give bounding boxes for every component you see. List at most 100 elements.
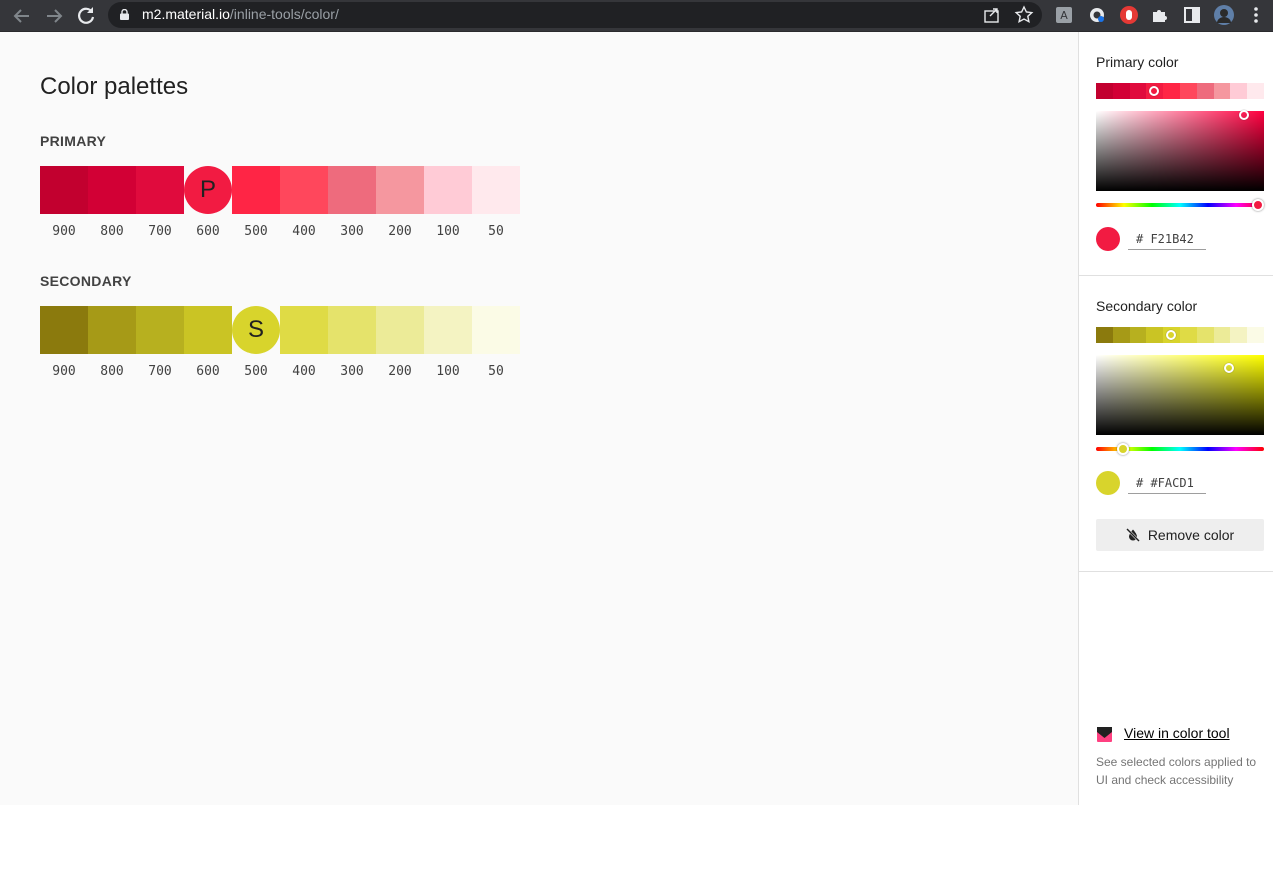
primary-saturation-handle[interactable]: [1239, 110, 1249, 120]
mini-swatch[interactable]: [1179, 83, 1197, 99]
shade-label: 600: [196, 364, 220, 379]
mini-swatch[interactable]: [1096, 83, 1113, 99]
primary-hue-thumb[interactable]: [1252, 199, 1264, 211]
secondary-saturation-box[interactable]: [1096, 355, 1264, 435]
shade-label: 400: [292, 364, 316, 379]
color-swatch[interactable]: [40, 166, 88, 214]
reload-icon[interactable]: [74, 4, 98, 28]
shade-label: 50: [488, 224, 504, 239]
lock-icon: [120, 9, 129, 20]
mini-swatch[interactable]: [1129, 327, 1147, 343]
mini-swatch[interactable]: [1146, 327, 1164, 343]
primary-mini-palette[interactable]: [1096, 83, 1264, 99]
remove-color-label: Remove color: [1147, 527, 1235, 543]
color-swatch[interactable]: [136, 306, 184, 354]
shade-label: 500: [244, 224, 268, 239]
address-bar[interactable]: m2.material.io/inline-tools/color/: [108, 2, 1042, 28]
side-panel-icon[interactable]: [1181, 4, 1203, 26]
shade-label: 600: [196, 224, 220, 239]
color-swatch[interactable]: [376, 306, 424, 354]
selected-swatch-letter: S: [247, 316, 264, 343]
selected-swatch[interactable]: S: [232, 306, 280, 354]
profile-avatar[interactable]: [1213, 4, 1235, 26]
bookmark-star-icon[interactable]: [1014, 5, 1034, 25]
extension-hand-icon[interactable]: [1118, 4, 1140, 26]
color-swatch[interactable]: [472, 166, 520, 214]
mini-swatch[interactable]: [1213, 327, 1231, 343]
color-tool-description: See selected colors applied to UI and ch…: [1096, 755, 1257, 787]
primary-saturation-box[interactable]: [1096, 111, 1264, 191]
view-color-tool-link[interactable]: View in color tool: [1124, 725, 1230, 741]
primary-swatch-row: P: [40, 166, 520, 214]
panel-divider: [1079, 275, 1273, 276]
extension-lens-icon[interactable]: [1086, 4, 1108, 26]
mini-swatch[interactable]: [1129, 83, 1147, 99]
color-swatch[interactable]: [40, 306, 88, 354]
secondary-color-chip: [1096, 471, 1120, 495]
color-swatch[interactable]: [376, 166, 424, 214]
secondary-shade-labels: 900 800 700 600 500 400 300 200 100 50: [40, 364, 520, 379]
mini-swatch[interactable]: [1112, 327, 1130, 343]
back-icon[interactable]: [10, 4, 34, 28]
mini-swatch[interactable]: [1230, 327, 1248, 343]
page-title: Color palettes: [40, 73, 189, 100]
secondary-saturation-handle[interactable]: [1224, 363, 1234, 373]
mini-swatch[interactable]: [1096, 327, 1113, 343]
shade-label: 200: [388, 364, 412, 379]
color-swatch[interactable]: [424, 306, 472, 354]
mini-swatch[interactable]: [1247, 327, 1264, 343]
selected-swatch[interactable]: P: [184, 166, 232, 214]
color-off-icon: [1125, 528, 1140, 542]
panel-divider: [1079, 571, 1273, 572]
primary-section-label: PRIMARY: [40, 133, 107, 149]
shade-label: 100: [436, 224, 460, 239]
color-swatch[interactable]: [424, 166, 472, 214]
more-menu-icon[interactable]: [1245, 4, 1267, 26]
mini-swatch[interactable]: [1163, 83, 1180, 99]
color-swatch[interactable]: [88, 166, 136, 214]
shade-label: 900: [52, 224, 76, 239]
mini-swatch[interactable]: [1247, 83, 1264, 99]
url-text: m2.material.io/inline-tools/color/: [142, 6, 339, 22]
shade-label: 300: [340, 364, 364, 379]
primary-color-title: Primary color: [1096, 54, 1179, 70]
mini-swatch[interactable]: [1213, 83, 1231, 99]
mini-swatch[interactable]: [1196, 327, 1214, 343]
primary-hex-input[interactable]: # F21B42: [1128, 228, 1206, 250]
color-swatch[interactable]: [328, 166, 376, 214]
shade-label: 800: [100, 224, 124, 239]
secondary-hex-input[interactable]: # #FACD1: [1128, 472, 1206, 494]
secondary-hue-thumb[interactable]: [1117, 443, 1129, 455]
color-swatch[interactable]: [232, 166, 280, 214]
extensions-puzzle-icon[interactable]: [1149, 4, 1171, 26]
color-swatch[interactable]: [136, 166, 184, 214]
shade-label: 700: [148, 364, 172, 379]
mini-swatch[interactable]: [1179, 327, 1197, 343]
shade-label: 900: [52, 364, 76, 379]
mini-swatch[interactable]: [1230, 83, 1248, 99]
color-tool-icon: [1097, 727, 1112, 742]
primary-hue-slider[interactable]: [1096, 203, 1264, 207]
mini-swatch[interactable]: [1196, 83, 1214, 99]
color-swatch[interactable]: [328, 306, 376, 354]
remove-color-button[interactable]: Remove color: [1096, 519, 1264, 551]
share-icon[interactable]: [982, 5, 1002, 25]
primary-shade-labels: 900 800 700 600 500 400 300 200 100 50: [40, 224, 520, 239]
primary-color-chip: [1096, 227, 1120, 251]
extension-font-icon[interactable]: A: [1053, 4, 1075, 26]
color-swatch[interactable]: [472, 306, 520, 354]
color-swatch[interactable]: [280, 306, 328, 354]
color-swatch[interactable]: [88, 306, 136, 354]
svg-text:A: A: [1060, 9, 1068, 22]
shade-label: 800: [100, 364, 124, 379]
primary-palette-marker[interactable]: [1149, 86, 1159, 96]
secondary-mini-palette[interactable]: [1096, 327, 1264, 343]
color-swatch[interactable]: [184, 306, 232, 354]
mini-swatch[interactable]: [1112, 83, 1130, 99]
secondary-section-label: SECONDARY: [40, 273, 132, 289]
secondary-palette-marker[interactable]: [1166, 330, 1176, 340]
color-swatch[interactable]: [280, 166, 328, 214]
forward-icon[interactable]: [42, 4, 66, 28]
shade-label: 300: [340, 224, 364, 239]
shade-label: 700: [148, 224, 172, 239]
